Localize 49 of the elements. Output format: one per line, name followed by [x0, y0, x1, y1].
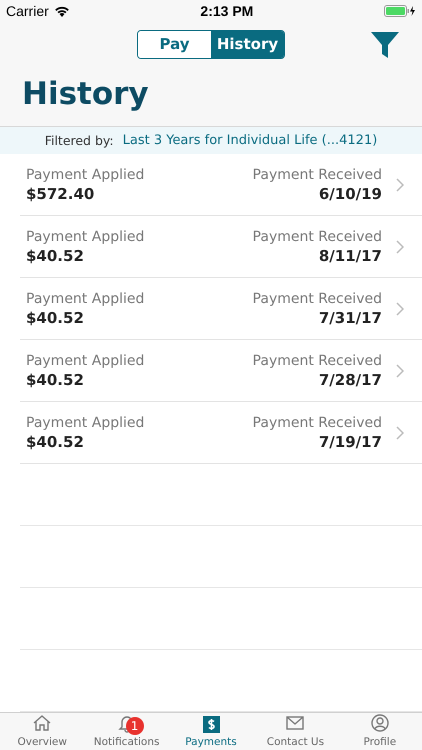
- payment-type: Payment Applied: [26, 228, 144, 244]
- payment-type: Payment Applied: [26, 166, 144, 182]
- payment-row[interactable]: Payment Applied $40.52 Payment Received 7/28/17: [20, 340, 422, 402]
- payment-row[interactable]: Payment Applied $572.40 Payment Received 6/10/19: [20, 154, 422, 216]
- payment-amount: $40.52: [26, 432, 84, 450]
- payment-amount: $572.40: [26, 184, 94, 202]
- segment-tab[interactable]: History: [211, 30, 284, 58]
- clock-time: 2:13 PM: [200, 3, 254, 19]
- dollar-icon: [202, 716, 220, 733]
- carrier-label: Carrier: [6, 3, 49, 19]
- segment-tab[interactable]: Pay: [138, 30, 211, 58]
- payment-row[interactable]: Payment Applied $40.52 Payment Received 7/31/17: [20, 278, 422, 340]
- notification-badge: 1: [126, 717, 144, 735]
- payment-date: 8/11/17: [318, 246, 382, 264]
- tab-bar-item[interactable]: Overview: [0, 713, 84, 750]
- payment-date: 7/19/17: [318, 432, 382, 450]
- home-icon: [32, 713, 52, 733]
- payment-status: Payment Received: [252, 414, 382, 430]
- filter-label: Filtered by:: [44, 133, 114, 148]
- person-icon: [370, 713, 390, 733]
- filter-link[interactable]: Last 3 Years for Individual Life (...4121): [122, 133, 378, 148]
- chevron-icon: [396, 240, 404, 254]
- tab-bar-item[interactable]: Payments: [168, 713, 254, 750]
- payment-date: 7/28/17: [318, 370, 382, 388]
- tab-bar-item[interactable]: Profile: [338, 713, 422, 750]
- payment-date: 7/31/17: [318, 308, 382, 326]
- payment-amount: $40.52: [26, 370, 84, 388]
- payment-status: Payment Received: [252, 228, 382, 244]
- payment-row[interactable]: Payment Applied $40.52 Payment Received 7/19/17: [20, 402, 422, 464]
- chevron-icon: [396, 426, 404, 440]
- payment-type: Payment Applied: [26, 352, 144, 368]
- wifi-icon: [54, 5, 70, 17]
- payment-status: Payment Received: [252, 166, 382, 182]
- chevron-icon: [396, 302, 404, 316]
- chevron-icon: [396, 178, 404, 192]
- battery-icon: [384, 5, 416, 17]
- payment-status: Payment Received: [252, 290, 382, 306]
- tab-bar-item[interactable]: Notifications 1: [84, 713, 169, 750]
- chevron-icon: [396, 364, 404, 378]
- payment-type: Payment Applied: [26, 414, 144, 430]
- payment-type: Payment Applied: [26, 290, 144, 306]
- payment-amount: $40.52: [26, 308, 84, 326]
- payment-status: Payment Received: [252, 352, 382, 368]
- payment-row[interactable]: Payment Applied $40.52 Payment Received 8/11/17: [20, 216, 422, 278]
- page-title: History: [21, 75, 150, 114]
- tab-bar-item[interactable]: Contact Us: [253, 713, 338, 750]
- payment-amount: $40.52: [26, 246, 84, 264]
- filter-icon[interactable]: [370, 30, 400, 60]
- payment-date: 6/10/19: [318, 184, 382, 202]
